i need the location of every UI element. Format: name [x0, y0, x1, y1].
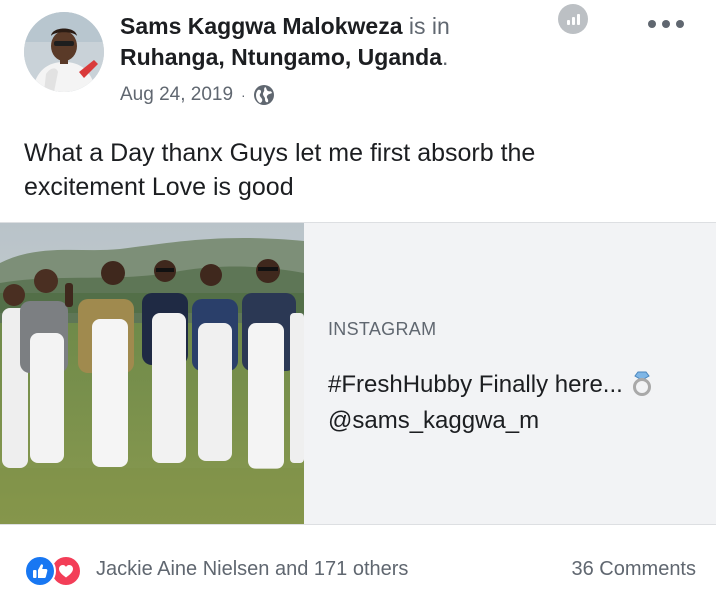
location-period: . — [442, 44, 449, 70]
is-in-text: is in — [408, 13, 450, 39]
link-title-line2: @sams_kaggwa_m — [328, 407, 540, 434]
location-link[interactable]: Ruhanga, Ntungamo, Uganda — [120, 44, 442, 70]
post-date[interactable]: Aug 24, 2019 — [120, 84, 233, 106]
person-7 — [290, 313, 304, 463]
comments-count[interactable]: 36 Comments — [572, 558, 697, 581]
post-text-line2: excitement Love is good — [24, 173, 294, 201]
reactors-summary[interactable]: Jackie Aine Nielsen and 171 others — [96, 558, 408, 581]
reaction-icons[interactable] — [24, 555, 90, 587]
link-preview-image[interactable] — [0, 223, 304, 524]
insights-icon[interactable] — [558, 4, 588, 34]
link-preview-card[interactable]: INSTAGRAM #FreshHubby Finally here... @s… — [0, 222, 716, 525]
link-source: INSTAGRAM — [328, 319, 437, 339]
meta-separator: · — [241, 87, 246, 103]
avatar-photo — [24, 12, 104, 92]
post-footer: Jackie Aine Nielsen and 171 others 36 Co… — [0, 540, 716, 600]
post-meta: Aug 24, 2019 · — [120, 82, 275, 108]
link-preview-info[interactable]: INSTAGRAM #FreshHubby Finally here... @s… — [304, 223, 716, 524]
link-title: #FreshHubby Finally here... @sams_kaggwa… — [328, 369, 708, 437]
like-icon — [24, 555, 56, 587]
author-line: Sams Kaggwa Malokweza is in Ruhanga, Ntu… — [120, 11, 540, 73]
author-avatar[interactable] — [24, 12, 104, 92]
post-header: Sams Kaggwa Malokweza is in Ruhanga, Ntu… — [0, 0, 716, 120]
link-title-line1: #FreshHubby Finally here... — [328, 371, 623, 398]
globe-icon[interactable] — [253, 84, 275, 106]
group-photo — [0, 223, 304, 524]
author-name[interactable]: Sams Kaggwa Malokweza — [120, 13, 403, 39]
post-text: What a Day thanx Guys let me first absor… — [24, 136, 684, 204]
post-text-line1: What a Day thanx Guys let me first absor… — [24, 139, 536, 167]
more-options-icon[interactable] — [648, 16, 684, 32]
ring-icon — [631, 370, 653, 405]
